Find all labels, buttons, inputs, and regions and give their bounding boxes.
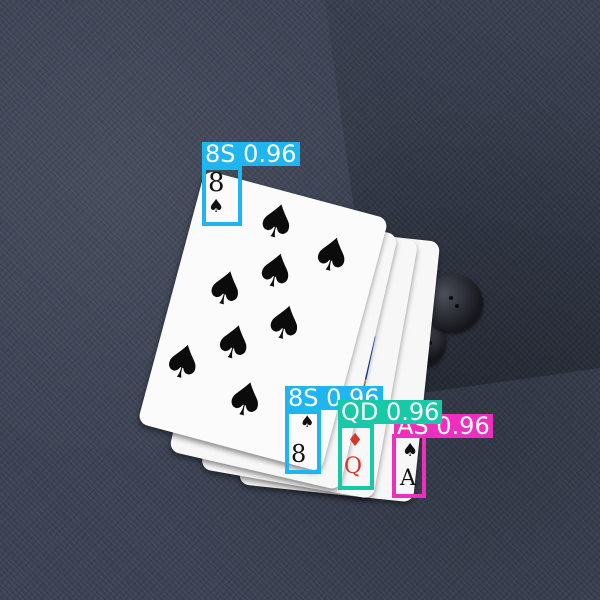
spade-pip-icon: ♠: [249, 239, 304, 303]
spade-pip-icon: ♠: [250, 189, 304, 253]
detection-box-8s-bottom: [285, 410, 321, 474]
detection-label-8s-top: 8S 0.96: [202, 142, 300, 166]
spade-pip-icon: ♠: [258, 291, 312, 355]
spade-pip-icon: ♠: [198, 256, 253, 320]
detection-box-qd: [338, 424, 374, 490]
detection-box-as: [392, 434, 426, 498]
spade-pip-icon: ♠: [207, 310, 262, 374]
photo-scene: ♠ ♠ ♠ ♠ ♠ ♠ ♠ ♠ 8 ♠ 8 ♠ Q ♦ A ♠ 8S 0.96 …: [0, 0, 600, 600]
detection-box-8s-top: [202, 166, 242, 226]
spade-pip-icon: ♠: [305, 223, 360, 287]
spade-pip-icon: ♠: [218, 367, 273, 431]
detection-label-qd: QD 0.96: [338, 400, 443, 424]
spade-pip-icon: ♠: [156, 330, 211, 394]
